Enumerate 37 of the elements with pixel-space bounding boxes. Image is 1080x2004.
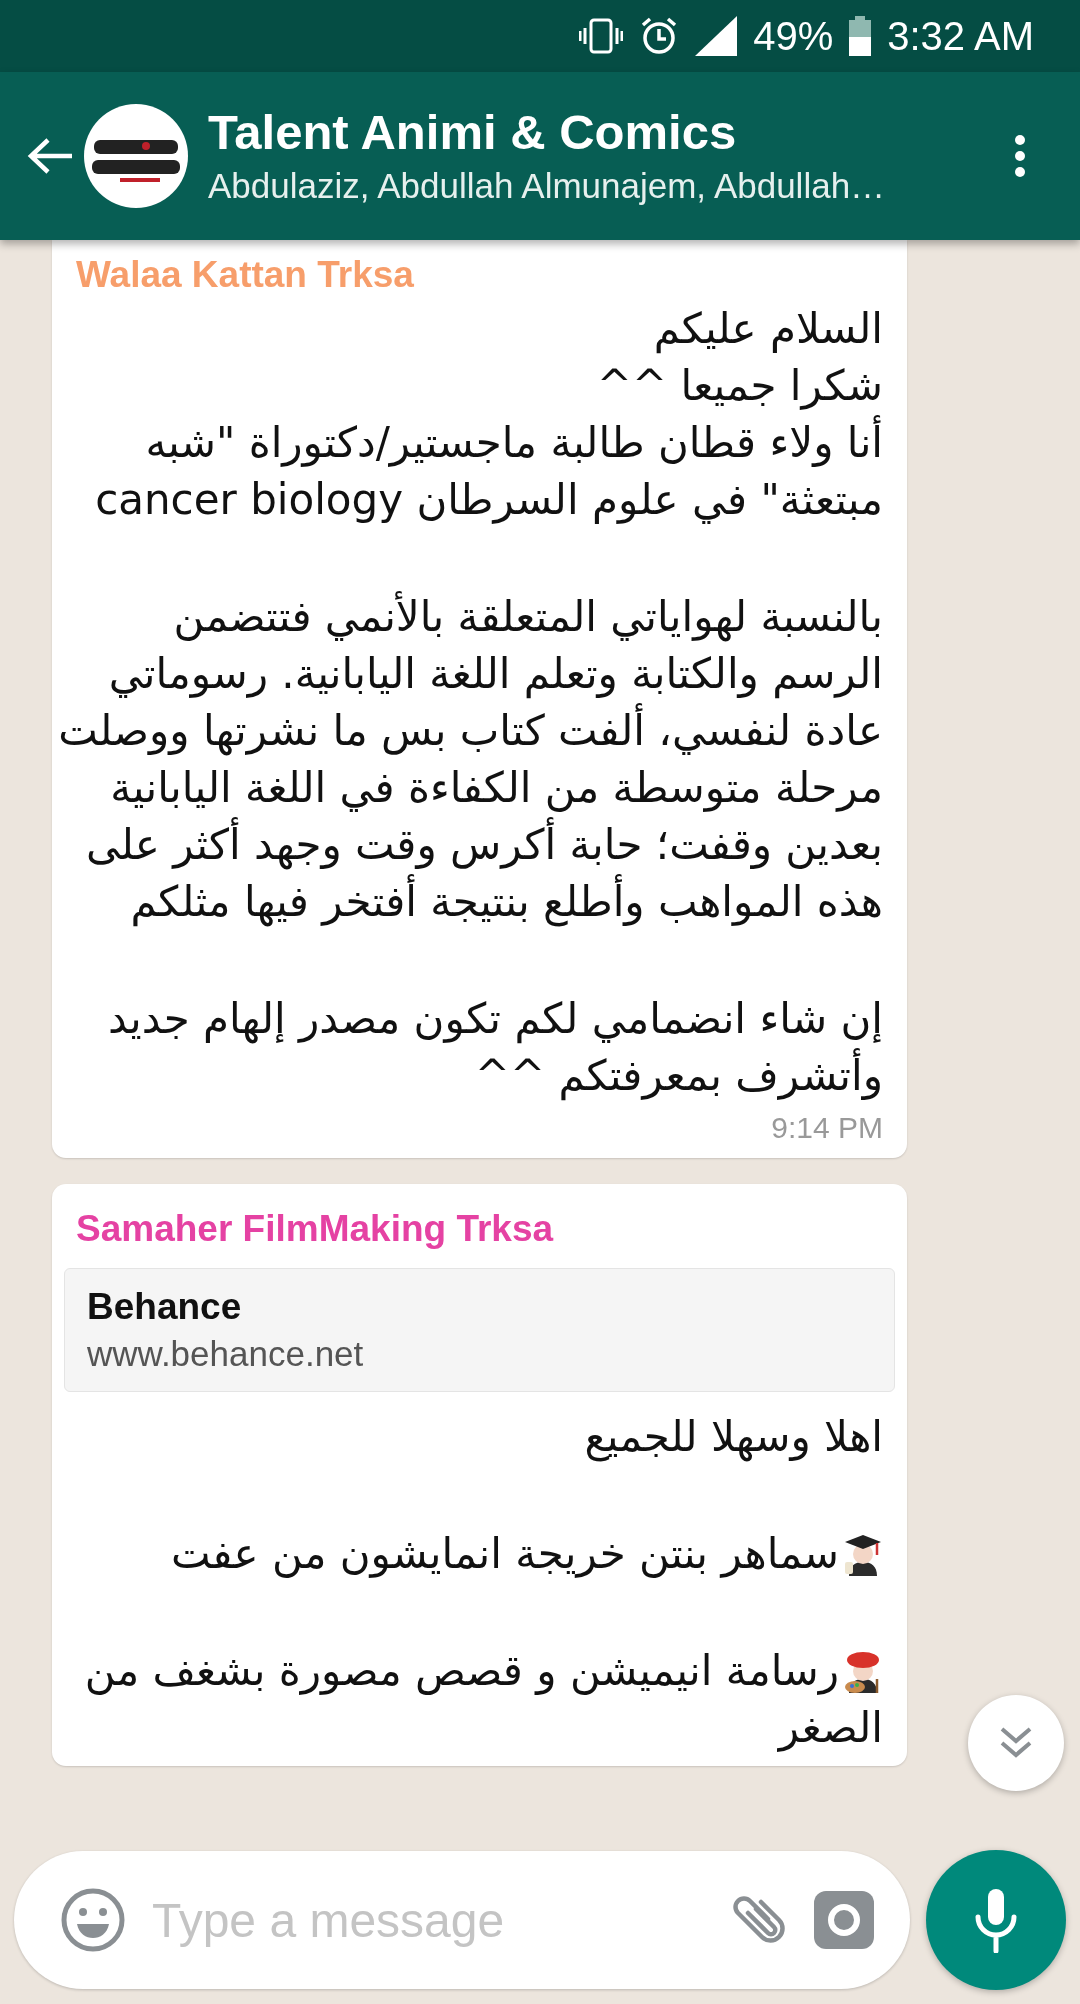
message-text: أنا ولاء قطان طالبة ماجستير/دكتوراة "شبه bbox=[145, 414, 883, 471]
message-text: بعدين وقفت؛ حابة أكرس وقت وجهد أكثر على bbox=[85, 816, 883, 873]
back-arrow-icon[interactable] bbox=[26, 136, 74, 176]
link-title: Behance bbox=[87, 1285, 243, 1329]
battery-icon bbox=[849, 16, 872, 56]
message-field[interactable]: Type a message bbox=[150, 1891, 704, 1949]
menu-icon[interactable] bbox=[1014, 134, 1026, 178]
message-text: السلام عليكم bbox=[653, 303, 883, 356]
sender-name: Samaher FilmMaking Trksa bbox=[76, 1207, 555, 1251]
message-bar[interactable]: Type a message bbox=[14, 1851, 910, 1989]
message-text: مرحلة متوسطة من الكفاءة في اللغة اليابانية bbox=[110, 762, 883, 814]
message-text: إن شاء انضمامي لكم تكون مصدر إلهام جديد bbox=[107, 993, 883, 1046]
battery-percent: 49% bbox=[753, 13, 834, 59]
message-text: هذه المواهب وأطلع بنتيجة أفتخر فيها مثلكم bbox=[130, 873, 883, 930]
message-text: رسامة انيميشن و قصص مصورة بشغف من bbox=[84, 1645, 839, 1697]
link-url: www.behance.net bbox=[87, 1333, 365, 1375]
camera-icon[interactable] bbox=[814, 1891, 874, 1949]
message-text: عادة لنفسي، ألفت كتاب بس ما نشرتها ووصلت bbox=[58, 702, 883, 759]
microphone-icon[interactable] bbox=[973, 1887, 1019, 1953]
participants-list[interactable]: Abdulaziz, Abdullah Almunajem, Abdullah… bbox=[208, 162, 1000, 210]
link-preview[interactable]: Behance www.behance.net bbox=[64, 1268, 895, 1392]
message-text: اهلا وسهلا للجميع bbox=[584, 1411, 883, 1464]
message-time: 9:14 PM bbox=[770, 1110, 883, 1146]
message-text: شكرا جميعا ^^ bbox=[596, 360, 883, 412]
vibrate-icon bbox=[579, 18, 624, 54]
message-text: سماهر بنتن خريجة انمايشون من عفت bbox=[171, 1528, 839, 1580]
group-name[interactable]: Talent Animi & Comics bbox=[208, 102, 1000, 162]
message-text: الصغر bbox=[778, 1702, 883, 1754]
clock: 3:32 AM bbox=[887, 13, 1034, 59]
message-text: الرسم والكتابة وتعلم اللغة اليابانية. رسوماتي bbox=[108, 648, 883, 701]
message-text: بالنسبة لهواياتي المتعلقة بالأنمي فتتضمن bbox=[173, 590, 883, 644]
message-text: وأتشرف بمعرفتكم ^^ bbox=[474, 1047, 883, 1104]
signal-icon bbox=[695, 16, 738, 56]
emoji-icon[interactable] bbox=[60, 1887, 126, 1953]
scroll-down-button[interactable] bbox=[968, 1695, 1064, 1791]
message-text: مبتعثة" في علوم السرطان cancer biology bbox=[95, 474, 883, 526]
sender-name: Walaa Kattan Trksa bbox=[76, 253, 415, 297]
